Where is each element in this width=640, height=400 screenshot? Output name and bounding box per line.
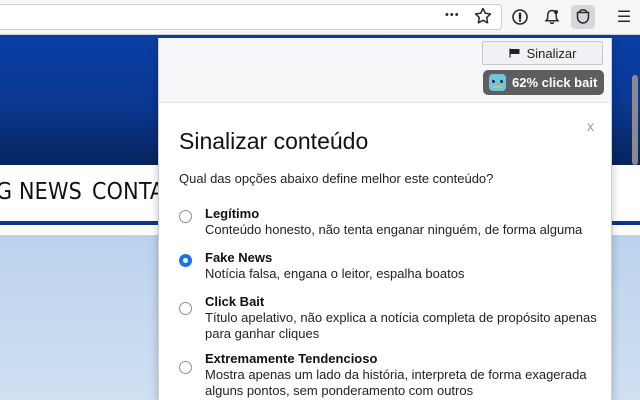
more-icon[interactable]: •••: [445, 9, 460, 21]
menu-icon[interactable]: ☰: [612, 5, 636, 29]
option-description: Conteúdo honesto, não tenta enganar ning…: [205, 222, 583, 237]
extension-icon[interactable]: [571, 5, 595, 29]
notification-bell-icon[interactable]: [540, 5, 564, 29]
star-icon[interactable]: [473, 6, 493, 31]
clickbait-score-badge: 62% click bait: [483, 70, 604, 95]
popup-question: Qual das opções abaixo define melhor est…: [179, 171, 494, 186]
flag-button-label: Sinalizar: [526, 45, 577, 61]
option-description: Mostra apenas um lado da história, inter…: [205, 367, 587, 398]
close-button[interactable]: x: [587, 118, 594, 134]
option-title: Fake News: [205, 250, 273, 265]
flag-icon: [508, 46, 521, 61]
popup-title: Sinalizar conteúdo: [179, 128, 369, 154]
browser-toolbar: ••• ☰: [0, 0, 640, 35]
radio-extremamente-tendencioso[interactable]: [179, 361, 192, 374]
menu-icon-glyph: ☰: [616, 9, 632, 26]
option-title: Legítimo: [205, 206, 260, 221]
radio-fake-news[interactable]: [179, 254, 192, 267]
nav-item-news[interactable]: G NEWS: [0, 179, 82, 205]
option-description: Título apelativo, não explica a notícia …: [205, 310, 597, 341]
option-title: Click Bait: [205, 294, 265, 309]
flag-button[interactable]: Sinalizar: [482, 41, 603, 65]
page-scrollbar[interactable]: [632, 75, 638, 165]
password-manager-icon[interactable]: [508, 5, 532, 29]
radio-click-bait[interactable]: [179, 302, 192, 315]
robot-icon: [489, 74, 506, 91]
option-title: Extremamente Tendencioso: [205, 351, 378, 366]
url-bar[interactable]: •••: [0, 4, 502, 30]
extension-popup: Sinalizar 62% click bait x Sinalizar con…: [158, 38, 612, 400]
option-description: Notícia falsa, engana o leitor, espalha …: [205, 266, 465, 281]
radio-legitimo[interactable]: [179, 210, 192, 223]
popup-header-area: Sinalizar 62% click bait: [159, 38, 611, 103]
clickbait-score-label: 62% click bait: [512, 75, 598, 90]
